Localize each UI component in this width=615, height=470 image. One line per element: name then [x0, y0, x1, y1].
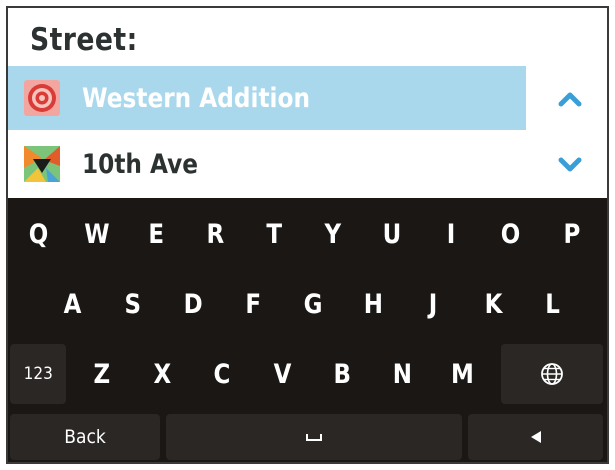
scroll-up-button[interactable] [553, 82, 587, 116]
key-g[interactable]: G [285, 274, 341, 334]
suggestion-label: 10th Ave [82, 148, 199, 180]
chevron-down-icon [558, 157, 582, 172]
backspace-key[interactable] [468, 414, 603, 460]
key-e[interactable]: E [128, 204, 184, 264]
key-c[interactable]: C [194, 344, 250, 404]
suggestion-item-western-addition[interactable]: Western Addition [8, 66, 526, 130]
key-u[interactable]: U [364, 204, 420, 264]
globe-icon [541, 363, 563, 385]
back-button[interactable]: Back [10, 414, 160, 460]
key-v[interactable]: V [254, 344, 310, 404]
poi-target-icon [24, 80, 60, 116]
language-key[interactable] [501, 344, 603, 404]
suggestion-label: Western Addition [82, 82, 310, 114]
key-o[interactable]: O [482, 204, 538, 264]
key-j[interactable]: J [405, 274, 461, 334]
key-t[interactable]: T [246, 204, 302, 264]
suggestion-item-10th-ave[interactable]: 10th Ave [8, 132, 526, 196]
scroll-down-button[interactable] [553, 148, 587, 182]
key-y[interactable]: Y [305, 204, 361, 264]
space-bar-icon [306, 434, 322, 441]
key-l[interactable]: L [525, 274, 581, 334]
key-b[interactable]: B [314, 344, 370, 404]
key-z[interactable]: Z [74, 344, 130, 404]
space-key[interactable] [166, 414, 462, 460]
device-frame: Street: Western Addition 10th Ave Q W E … [0, 0, 615, 470]
navigation-screen: Street: Western Addition 10th Ave Q W E … [6, 6, 609, 464]
chevron-up-icon [558, 92, 582, 107]
key-i[interactable]: I [423, 204, 479, 264]
key-p[interactable]: P [541, 204, 603, 264]
key-n[interactable]: N [374, 344, 430, 404]
map-pin-icon [24, 146, 60, 182]
key-q[interactable]: Q [10, 204, 66, 264]
key-a[interactable]: A [44, 274, 100, 334]
left-arrow-icon [530, 431, 541, 443]
key-d[interactable]: D [165, 274, 221, 334]
suggestion-list: Western Addition 10th Ave [8, 66, 607, 198]
key-m[interactable]: M [434, 344, 490, 404]
key-x[interactable]: X [134, 344, 190, 404]
street-label: Street: [30, 22, 138, 58]
key-w[interactable]: W [69, 204, 125, 264]
on-screen-keyboard: Q W E R T Y U I O P A S D F G H J K L 12… [8, 198, 607, 462]
key-k[interactable]: K [465, 274, 521, 334]
key-s[interactable]: S [105, 274, 161, 334]
numbers-key[interactable]: 123 [10, 344, 66, 404]
key-h[interactable]: H [345, 274, 401, 334]
key-r[interactable]: R [187, 204, 243, 264]
key-f[interactable]: F [225, 274, 281, 334]
